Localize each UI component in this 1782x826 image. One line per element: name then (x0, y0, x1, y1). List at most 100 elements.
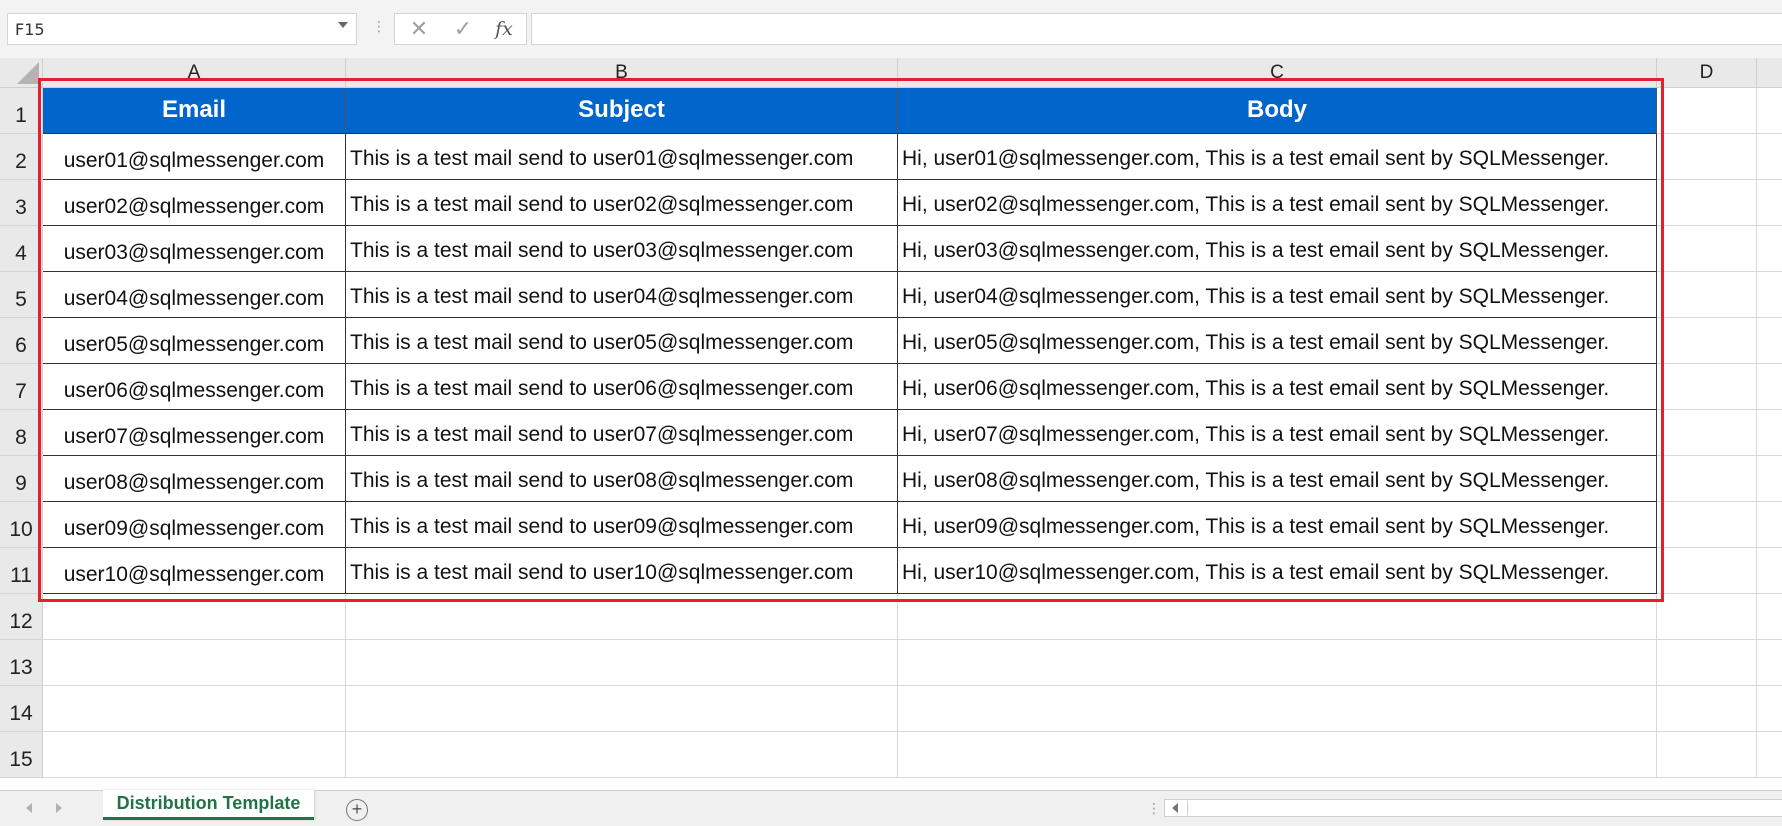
sheet-tab-distribution-template[interactable]: Distribution Template (103, 790, 314, 820)
column-header-a[interactable]: A (43, 58, 346, 88)
empty-cell[interactable] (1657, 502, 1757, 548)
row-header-10[interactable]: 10 (0, 502, 43, 548)
empty-cell[interactable] (898, 686, 1657, 732)
table-cell[interactable]: Hi, user02@sqlmessenger.com, This is a t… (898, 180, 1657, 226)
table-cell[interactable]: user03@sqlmessenger.com (43, 226, 346, 272)
empty-cell[interactable] (1657, 410, 1757, 456)
table-cell[interactable]: This is a test mail send to user02@sqlme… (346, 180, 898, 226)
empty-cell[interactable] (43, 594, 346, 640)
name-box-dropdown-icon[interactable] (338, 22, 348, 28)
empty-cell[interactable] (1657, 88, 1757, 134)
empty-cell[interactable] (43, 732, 346, 778)
table-cell[interactable]: Hi, user10@sqlmessenger.com, This is a t… (898, 548, 1657, 594)
table-cell[interactable]: This is a test mail send to user10@sqlme… (346, 548, 898, 594)
empty-cell[interactable] (1757, 410, 1782, 456)
empty-cell[interactable] (1757, 134, 1782, 180)
table-header-cell[interactable]: Subject (346, 88, 898, 134)
scrollbar-thumb[interactable] (1187, 801, 1777, 815)
table-cell[interactable]: This is a test mail send to user06@sqlme… (346, 364, 898, 410)
empty-cell[interactable] (1657, 272, 1757, 318)
table-cell[interactable]: Hi, user01@sqlmessenger.com, This is a t… (898, 134, 1657, 180)
empty-cell[interactable] (1757, 686, 1782, 732)
table-cell[interactable]: This is a test mail send to user01@sqlme… (346, 134, 898, 180)
row-header-1[interactable]: 1 (0, 88, 43, 134)
row-header-14[interactable]: 14 (0, 686, 43, 732)
empty-cell[interactable] (43, 686, 346, 732)
table-cell[interactable]: user04@sqlmessenger.com (43, 272, 346, 318)
previous-sheet-icon[interactable] (26, 803, 32, 813)
table-cell[interactable]: This is a test mail send to user09@sqlme… (346, 502, 898, 548)
formula-input[interactable] (531, 13, 1782, 45)
table-cell[interactable]: Hi, user07@sqlmessenger.com, This is a t… (898, 410, 1657, 456)
add-sheet-icon[interactable]: + (346, 799, 368, 821)
row-header-6[interactable]: 6 (0, 318, 43, 364)
row-header-7[interactable]: 7 (0, 364, 43, 410)
table-cell[interactable]: This is a test mail send to user04@sqlme… (346, 272, 898, 318)
enter-icon[interactable]: ✓ (443, 16, 483, 42)
table-cell[interactable]: Hi, user06@sqlmessenger.com, This is a t… (898, 364, 1657, 410)
empty-cell[interactable] (1657, 226, 1757, 272)
row-header-4[interactable]: 4 (0, 226, 43, 272)
name-box[interactable]: F15 (7, 13, 357, 45)
next-sheet-icon[interactable] (56, 803, 62, 813)
row-header-8[interactable]: 8 (0, 410, 43, 456)
empty-cell[interactable] (898, 640, 1657, 686)
empty-cell[interactable] (1757, 548, 1782, 594)
empty-cell[interactable] (1657, 364, 1757, 410)
empty-cell[interactable] (1757, 456, 1782, 502)
empty-cell[interactable] (1757, 180, 1782, 226)
empty-cell[interactable] (1657, 318, 1757, 364)
empty-cell[interactable] (1757, 502, 1782, 548)
cancel-icon[interactable]: ✕ (399, 16, 439, 42)
empty-cell[interactable] (1757, 272, 1782, 318)
empty-cell[interactable] (1757, 364, 1782, 410)
table-cell[interactable]: This is a test mail send to user03@sqlme… (346, 226, 898, 272)
empty-cell[interactable] (346, 732, 898, 778)
empty-cell[interactable] (1657, 456, 1757, 502)
table-cell[interactable]: user10@sqlmessenger.com (43, 548, 346, 594)
empty-cell[interactable] (346, 640, 898, 686)
table-cell[interactable]: Hi, user08@sqlmessenger.com, This is a t… (898, 456, 1657, 502)
row-header-5[interactable]: 5 (0, 272, 43, 318)
table-cell[interactable]: Hi, user04@sqlmessenger.com, This is a t… (898, 272, 1657, 318)
empty-cell[interactable] (898, 594, 1657, 640)
row-header-12[interactable]: 12 (0, 594, 43, 640)
table-cell[interactable]: user09@sqlmessenger.com (43, 502, 346, 548)
table-cell[interactable]: user07@sqlmessenger.com (43, 410, 346, 456)
table-header-cell[interactable]: Body (898, 88, 1657, 134)
row-header-11[interactable]: 11 (0, 548, 43, 594)
empty-cell[interactable] (1757, 594, 1782, 640)
table-cell[interactable]: This is a test mail send to user07@sqlme… (346, 410, 898, 456)
empty-cell[interactable] (1657, 640, 1757, 686)
horizontal-scrollbar[interactable] (1164, 799, 1782, 817)
scroll-left-icon[interactable] (1172, 803, 1178, 813)
empty-cell[interactable] (1757, 732, 1782, 778)
select-all-corner[interactable] (0, 58, 43, 88)
table-header-cell[interactable]: Email (43, 88, 346, 134)
table-cell[interactable]: user01@sqlmessenger.com (43, 134, 346, 180)
empty-cell[interactable] (1757, 88, 1782, 134)
table-cell[interactable]: Hi, user09@sqlmessenger.com, This is a t… (898, 502, 1657, 548)
empty-cell[interactable] (1657, 134, 1757, 180)
row-header-9[interactable]: 9 (0, 456, 43, 502)
empty-cell[interactable] (1657, 548, 1757, 594)
insert-function-icon[interactable]: fx (484, 16, 524, 42)
empty-cell[interactable] (1757, 318, 1782, 364)
empty-cell[interactable] (1657, 594, 1757, 640)
empty-cell[interactable] (1657, 686, 1757, 732)
empty-cell[interactable] (1657, 180, 1757, 226)
column-header-c[interactable]: C (898, 58, 1657, 88)
row-header-3[interactable]: 3 (0, 180, 43, 226)
empty-cell[interactable] (1757, 640, 1782, 686)
table-cell[interactable]: This is a test mail send to user08@sqlme… (346, 456, 898, 502)
row-header-13[interactable]: 13 (0, 640, 43, 686)
column-header-b[interactable]: B (346, 58, 898, 88)
empty-cell[interactable] (43, 640, 346, 686)
table-cell[interactable]: Hi, user03@sqlmessenger.com, This is a t… (898, 226, 1657, 272)
table-cell[interactable]: Hi, user05@sqlmessenger.com, This is a t… (898, 318, 1657, 364)
table-cell[interactable]: user05@sqlmessenger.com (43, 318, 346, 364)
empty-cell[interactable] (1657, 732, 1757, 778)
table-cell[interactable]: This is a test mail send to user05@sqlme… (346, 318, 898, 364)
empty-cell[interactable] (898, 732, 1657, 778)
row-header-2[interactable]: 2 (0, 134, 43, 180)
